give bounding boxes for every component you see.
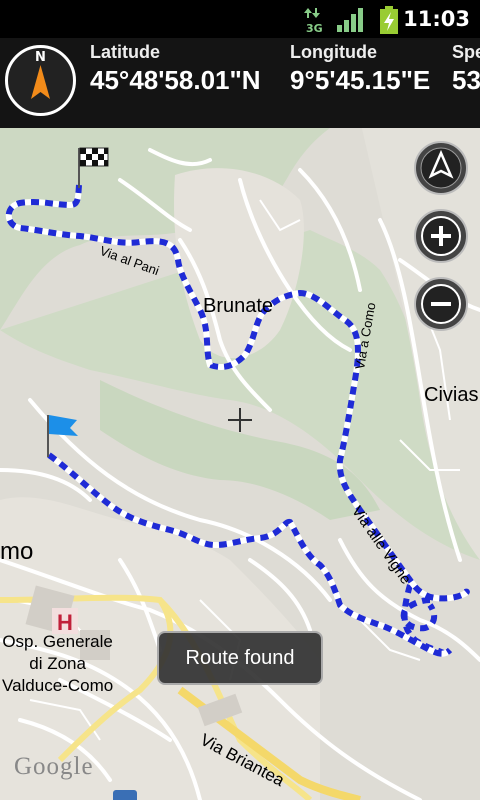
signal-strength-icon (337, 8, 363, 32)
longitude-label: Longitude (290, 42, 377, 62)
latitude-field: Latitude 45°48'58.01"N (90, 42, 261, 96)
label-hospital: Osp. Generale di Zona Valduce-Como (2, 631, 113, 697)
zoom-in-button[interactable] (413, 208, 469, 264)
label-brunate: Brunate (203, 295, 274, 317)
latitude-value: 45°48'58.01"N (90, 65, 261, 95)
hospital-label-line2: di Zona (29, 654, 86, 673)
longitude-value: 9°5'45.15"E (290, 65, 431, 95)
map-view[interactable]: H Brunate Civias mo Via alle Vigne Via B… (0, 128, 480, 800)
hospital-label-line1: Osp. Generale (2, 632, 113, 651)
compass-icon[interactable]: N (3, 43, 78, 118)
speed-field: Spe 53 (452, 42, 480, 96)
parking-icon (113, 790, 137, 800)
google-logo: Google (14, 753, 94, 780)
latitude-label: Latitude (90, 42, 160, 62)
zoom-out-button[interactable] (413, 276, 469, 332)
toast-message: Route found (157, 631, 323, 685)
longitude-field: Longitude 9°5'45.15"E (290, 42, 430, 96)
map-canvas[interactable]: H (0, 128, 480, 800)
battery-charging-icon (380, 6, 398, 34)
label-civias: Civias (424, 384, 479, 406)
speed-label: Spe (452, 42, 480, 62)
network-3g-icon: 3G (304, 8, 323, 34)
network-type-label: 3G (306, 22, 323, 34)
clock: 11:03 (403, 7, 470, 31)
status-bar: 3G 11:03 (0, 0, 480, 38)
hospital-label-line3: Valduce-Como (2, 676, 114, 695)
compass-north-letter: N (35, 50, 46, 65)
gps-info-bar: N Latitude 45°48'58.01"N Longitude 9°5'4… (0, 38, 480, 128)
my-location-button[interactable] (413, 140, 469, 196)
label-como: mo (0, 538, 34, 565)
speed-value: 53 (452, 65, 480, 95)
